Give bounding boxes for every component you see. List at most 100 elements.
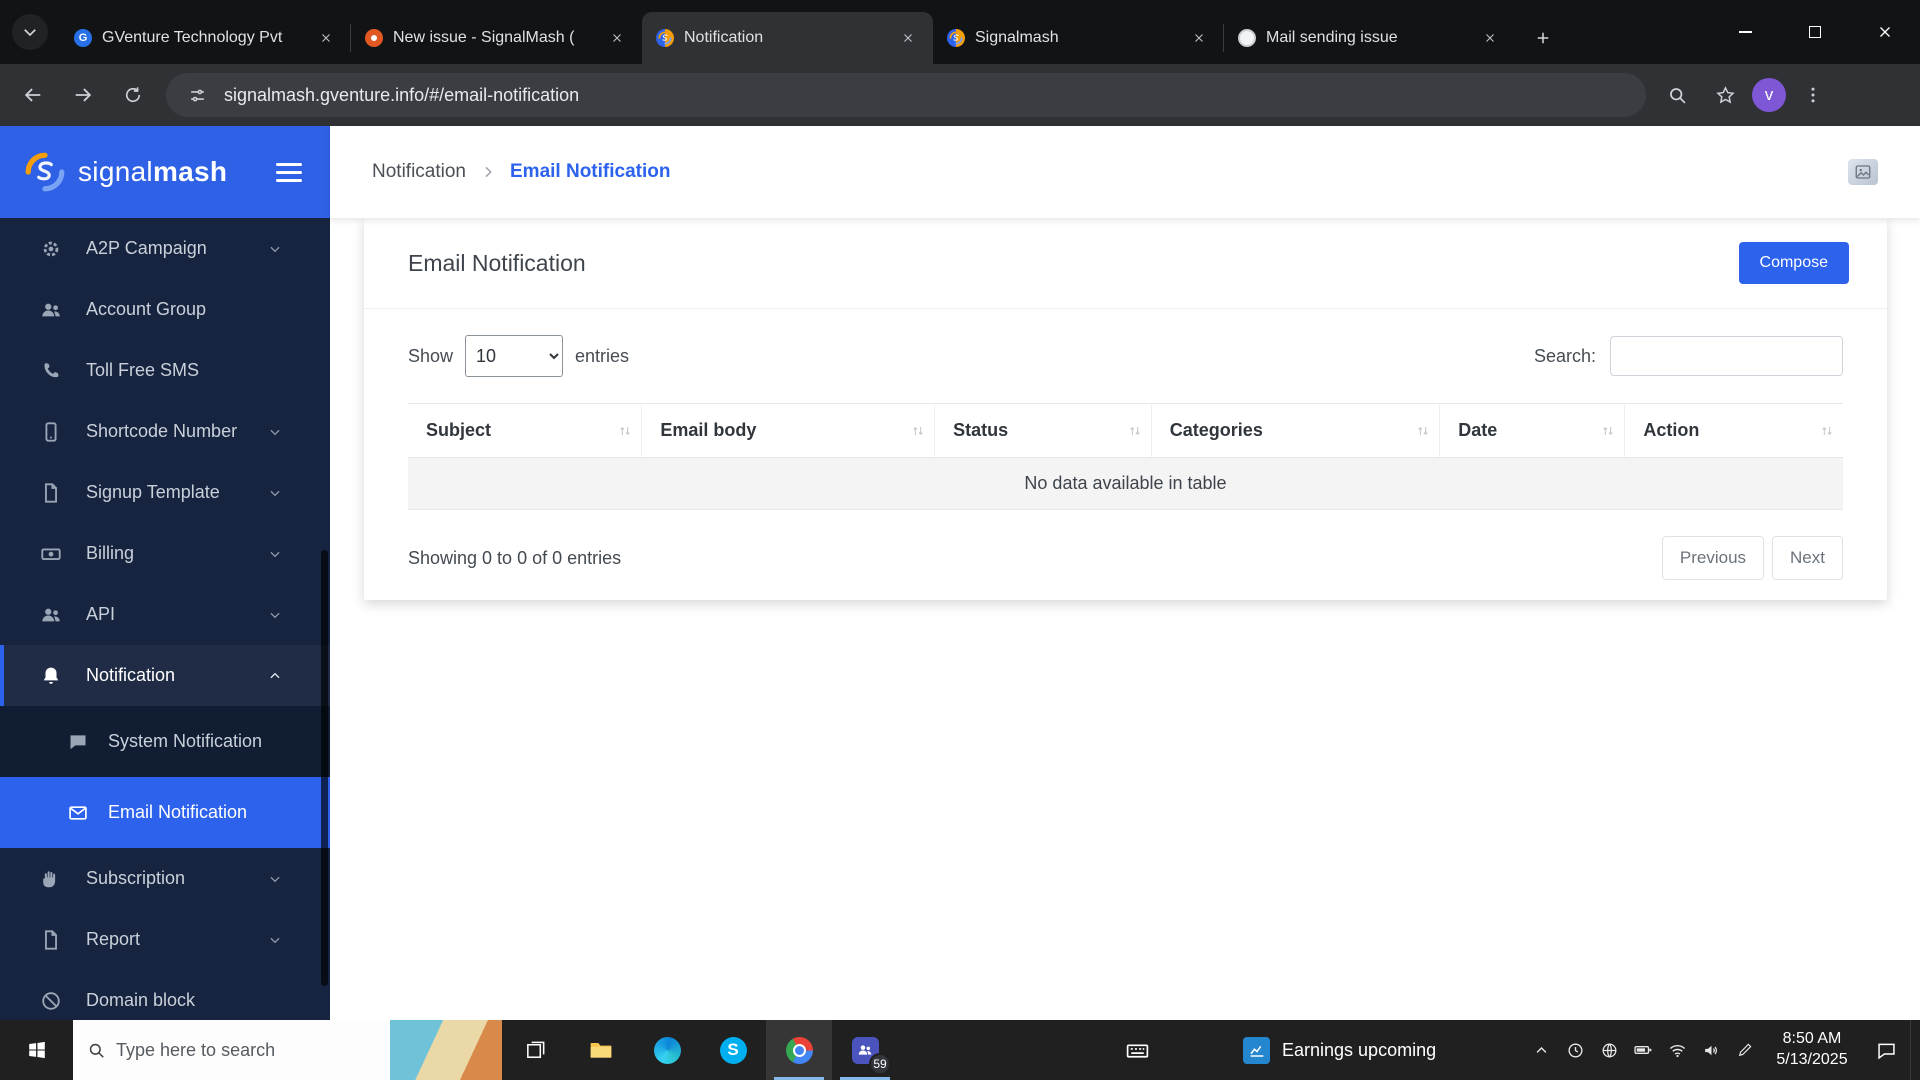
tray-volume-icon[interactable]	[1694, 1020, 1728, 1080]
page-size-select[interactable]: 10	[465, 335, 563, 377]
search-button[interactable]	[1656, 74, 1698, 116]
browser-menu-button[interactable]	[1792, 74, 1834, 116]
search-label: Search:	[1534, 346, 1596, 367]
tray-network-icon[interactable]	[1592, 1020, 1626, 1080]
close-tab-icon[interactable]	[897, 27, 919, 49]
chrome-button[interactable]	[766, 1020, 832, 1080]
taskbar-search[interactable]	[73, 1020, 502, 1080]
bookmark-star-icon[interactable]	[1704, 74, 1746, 116]
tab-new-issue[interactable]: New issue - SignalMash (	[351, 12, 642, 64]
tray-wifi-icon[interactable]	[1660, 1020, 1694, 1080]
browser-toolbar: signalmash.gventure.info/#/email-notific…	[0, 64, 1920, 126]
tab-notification[interactable]: Notification	[642, 12, 933, 64]
search-highlight-image[interactable]	[390, 1020, 502, 1080]
gear-icon	[40, 238, 62, 260]
column-header-subject[interactable]: Subject	[408, 404, 642, 458]
tab-signalmash[interactable]: Signalmash	[933, 12, 1224, 64]
windows-logo-icon	[26, 1039, 48, 1061]
sidebar-item-system-notification[interactable]: System Notification	[0, 706, 330, 777]
start-button[interactable]	[0, 1020, 73, 1080]
menu-toggle-button[interactable]	[272, 159, 306, 186]
url-text: signalmash.gventure.info/#/email-notific…	[224, 85, 579, 106]
sidebar-item-shortcode-number[interactable]: Shortcode Number	[0, 401, 330, 462]
sidebar-item-api[interactable]: API	[0, 584, 330, 645]
maximize-button[interactable]	[1780, 0, 1850, 64]
profile-avatar[interactable]: v	[1752, 78, 1786, 112]
panel-body: Show 10 entries Search: Subject Email bo…	[364, 309, 1887, 580]
sidebar-item-notification[interactable]: Notification	[0, 645, 330, 706]
tray-battery-icon[interactable]	[1626, 1020, 1660, 1080]
table-header-row: Subject Email body Status Categories Dat…	[408, 404, 1843, 458]
next-page-button[interactable]: Next	[1772, 536, 1843, 580]
users-icon	[40, 299, 62, 321]
column-header-categories[interactable]: Categories	[1151, 404, 1439, 458]
page-title: Email Notification	[408, 250, 586, 277]
tray-chevron-up-icon[interactable]	[1524, 1020, 1558, 1080]
sidebar-item-domain-block[interactable]: Domain block	[0, 970, 330, 1020]
file-explorer-button[interactable]	[568, 1020, 634, 1080]
column-header-status[interactable]: Status	[935, 404, 1152, 458]
tabs: G GVenture Technology Pvt New issue - Si…	[60, 12, 1515, 64]
column-header-email-body[interactable]: Email body	[642, 404, 935, 458]
broken-image-icon[interactable]	[1848, 159, 1878, 185]
close-tab-icon[interactable]	[315, 27, 337, 49]
tab-title: New issue - SignalMash (	[393, 29, 596, 47]
empty-table-message: No data available in table	[408, 458, 1843, 510]
news-widget-button[interactable]: Earnings upcoming	[1225, 1020, 1454, 1080]
compose-button[interactable]: Compose	[1739, 242, 1849, 284]
close-tab-icon[interactable]	[1479, 27, 1501, 49]
sidebar-item-email-notification[interactable]: Email Notification	[0, 777, 330, 848]
taskbar-search-input[interactable]	[116, 1040, 380, 1061]
teams-button[interactable]: 59	[832, 1020, 898, 1080]
edge-button[interactable]	[634, 1020, 700, 1080]
sort-icon	[617, 423, 633, 439]
breadcrumb-section[interactable]: Notification	[372, 161, 466, 183]
sidebar-item-billing[interactable]: Billing	[0, 523, 330, 584]
chevron-down-icon	[268, 608, 282, 622]
column-header-action[interactable]: Action	[1625, 404, 1843, 458]
stocks-icon	[1243, 1037, 1270, 1064]
sidebar-scrollbar[interactable]	[321, 550, 328, 986]
email-notification-table: Subject Email body Status Categories Dat…	[408, 403, 1843, 510]
close-tab-icon[interactable]	[1188, 27, 1210, 49]
users-icon	[40, 604, 62, 626]
sidebar-header: signalmash	[0, 126, 330, 218]
minimize-button[interactable]	[1710, 0, 1780, 64]
sidebar-item-a2p-campaign[interactable]: A2P Campaign	[0, 218, 330, 279]
sidebar-item-toll-free-sms[interactable]: Toll Free SMS	[0, 340, 330, 401]
tray-clock-icon[interactable]	[1558, 1020, 1592, 1080]
tab-gventure[interactable]: G GVenture Technology Pvt	[60, 12, 351, 64]
sidebar-item-subscription[interactable]: Subscription	[0, 848, 330, 909]
sidebar-nav: A2P Campaign Account Group Toll Free SMS…	[0, 218, 330, 1020]
touch-keyboard-button[interactable]	[1104, 1020, 1170, 1080]
column-header-date[interactable]: Date	[1440, 404, 1625, 458]
address-bar[interactable]: signalmash.gventure.info/#/email-notific…	[166, 73, 1646, 117]
tab-search-button[interactable]	[12, 14, 48, 50]
back-button[interactable]	[12, 74, 54, 116]
sort-icon	[1600, 423, 1616, 439]
close-tab-icon[interactable]	[606, 27, 628, 49]
table-search-input[interactable]	[1610, 336, 1843, 376]
reload-button[interactable]	[112, 74, 154, 116]
site-info-button[interactable]	[182, 80, 212, 110]
previous-page-button[interactable]: Previous	[1662, 536, 1764, 580]
skype-button[interactable]: S	[700, 1020, 766, 1080]
forward-button[interactable]	[62, 74, 104, 116]
keyboard-icon	[1125, 1038, 1150, 1063]
entries-summary: Showing 0 to 0 of 0 entries	[408, 548, 621, 569]
comment-icon	[1876, 1040, 1897, 1061]
sidebar-item-signup-template[interactable]: Signup Template	[0, 462, 330, 523]
main-content: Notification Email Notification Email No…	[330, 126, 1920, 1020]
task-view-button[interactable]	[502, 1020, 568, 1080]
show-desktop-button[interactable]	[1910, 1020, 1920, 1080]
chevron-up-icon	[268, 669, 282, 683]
taskbar-clock[interactable]: 8:50 AM 5/13/2025	[1762, 1020, 1862, 1080]
tab-mail-sending-issue[interactable]: Mail sending issue	[1224, 12, 1515, 64]
tray-pen-icon[interactable]	[1728, 1020, 1762, 1080]
new-tab-button[interactable]	[1525, 20, 1561, 56]
sidebar-item-account-group[interactable]: Account Group	[0, 279, 330, 340]
action-center-button[interactable]	[1862, 1020, 1910, 1080]
close-window-button[interactable]	[1850, 0, 1920, 64]
sidebar-item-report[interactable]: Report	[0, 909, 330, 970]
email-notification-panel: Email Notification Compose Show 10 entri…	[364, 218, 1887, 600]
